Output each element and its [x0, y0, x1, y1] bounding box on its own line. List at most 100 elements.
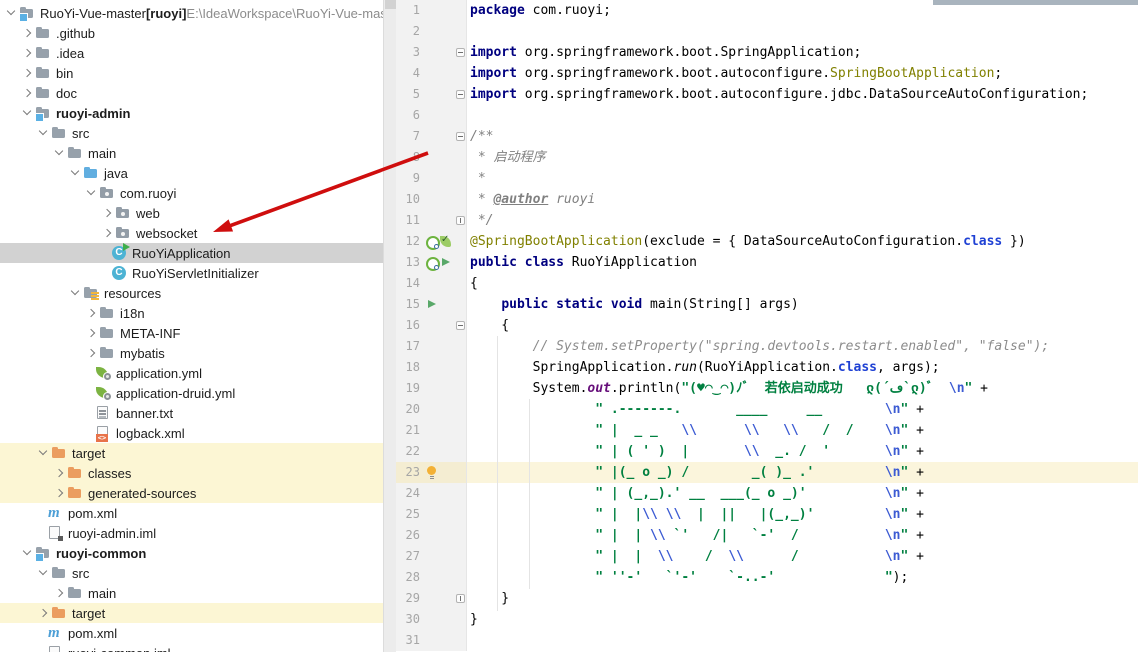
- chevron-down-icon[interactable]: [36, 123, 51, 143]
- chevron-right-icon[interactable]: [20, 23, 35, 43]
- editor-top-scrollbar[interactable]: [933, 0, 1138, 5]
- fold-end-icon[interactable]: [456, 216, 465, 225]
- tree-row-ruoyi-admin[interactable]: ruoyi-admin: [0, 103, 383, 123]
- chevron-right-icon[interactable]: [20, 63, 35, 83]
- chevron-right-icon[interactable]: [100, 203, 115, 223]
- chevron-right-icon[interactable]: [52, 483, 67, 503]
- code-line-18[interactable]: 18 SpringApplication.run(RuoYiApplicatio…: [396, 357, 1138, 378]
- code-line-11[interactable]: 11 */: [396, 210, 1138, 231]
- code-line-25[interactable]: 25 " | |\\ \\ | || |(_,_)' \n" +: [396, 504, 1138, 525]
- tree-row-i18n[interactable]: i18n: [0, 303, 383, 323]
- tree-row-application-druid-yml[interactable]: application-druid.yml: [0, 383, 383, 403]
- spring-bean-icon[interactable]: [425, 256, 438, 269]
- tree-row-application-yml[interactable]: application.yml: [0, 363, 383, 383]
- spring-bean-search-icon[interactable]: [425, 235, 438, 248]
- code-line-6[interactable]: 6: [396, 105, 1138, 126]
- code-line-2[interactable]: 2: [396, 21, 1138, 42]
- chevron-right-icon[interactable]: [52, 463, 67, 483]
- code-editor[interactable]: 1package com.ruoyi;23import org.springfr…: [396, 0, 1138, 652]
- run-button-icon[interactable]: [439, 256, 452, 269]
- chevron-down-icon[interactable]: [52, 143, 67, 163]
- tree-row-classes[interactable]: classes: [0, 463, 383, 483]
- chevron-down-icon[interactable]: [20, 543, 35, 563]
- tree-row-logback-xml[interactable]: <>logback.xml: [0, 423, 383, 443]
- code-line-15[interactable]: 15 public static void main(String[] args…: [396, 294, 1138, 315]
- intention-bulb-icon[interactable]: [425, 466, 438, 479]
- chevron-down-icon[interactable]: [68, 163, 83, 183]
- tree-row-pom-xml[interactable]: mpom.xml: [0, 503, 383, 523]
- chevron-down-icon[interactable]: [84, 183, 99, 203]
- code-line-29[interactable]: 29 }: [396, 588, 1138, 609]
- tree-row-main[interactable]: main: [0, 583, 383, 603]
- code-line-27[interactable]: 27 " | | \\ / \\ / \n" +: [396, 546, 1138, 567]
- code-line-13[interactable]: 13public class RuoYiApplication: [396, 252, 1138, 273]
- code-line-26[interactable]: 26 " | | \\ `' /| `-' / \n" +: [396, 525, 1138, 546]
- chevron-right-icon[interactable]: [84, 343, 99, 363]
- tree-row-doc[interactable]: doc: [0, 83, 383, 103]
- code-line-16[interactable]: 16 {: [396, 315, 1138, 336]
- code-line-9[interactable]: 9 *: [396, 168, 1138, 189]
- tree-row-target[interactable]: target: [0, 603, 383, 623]
- spring-boot-run-icon[interactable]: ✓: [439, 235, 452, 248]
- tree-row-resources[interactable]: resources: [0, 283, 383, 303]
- code-line-30[interactable]: 30}: [396, 609, 1138, 630]
- tree-row-ruoyiservletinitializer[interactable]: CRuoYiServletInitializer: [0, 263, 383, 283]
- fold-collapse-icon[interactable]: [456, 132, 465, 141]
- code-line-4[interactable]: 4import org.springframework.boot.autocon…: [396, 63, 1138, 84]
- tree-scrollbar[interactable]: [383, 0, 396, 652]
- tree-row-web[interactable]: web: [0, 203, 383, 223]
- code-line-19[interactable]: 19 System.out.println("(♥◠‿◠)ﾉﾞ 若依启动成功 ლ…: [396, 378, 1138, 399]
- tree-row-github[interactable]: .github: [0, 23, 383, 43]
- chevron-down-icon[interactable]: [36, 443, 51, 463]
- tree-row-src[interactable]: src: [0, 563, 383, 583]
- chevron-down-icon[interactable]: [36, 563, 51, 583]
- code-line-7[interactable]: 7/**: [396, 126, 1138, 147]
- chevron-right-icon[interactable]: [84, 323, 99, 343]
- code-line-20[interactable]: 20 " .-------. ____ __ \n" +: [396, 399, 1138, 420]
- tree-scrollbar-thumb[interactable]: [385, 0, 396, 9]
- chevron-right-icon[interactable]: [20, 83, 35, 103]
- tree-row-generated-sources[interactable]: generated-sources: [0, 483, 383, 503]
- tree-row-target[interactable]: target: [0, 443, 383, 463]
- chevron-down-icon[interactable]: [68, 283, 83, 303]
- tree-row-meta-inf[interactable]: META-INF: [0, 323, 383, 343]
- fold-collapse-icon[interactable]: [456, 48, 465, 57]
- code-line-17[interactable]: 17 // System.setProperty("spring.devtool…: [396, 336, 1138, 357]
- chevron-down-icon[interactable]: [4, 3, 19, 23]
- tree-row-ruoyi-common-iml[interactable]: ruoyi-common.iml: [0, 643, 383, 652]
- code-line-8[interactable]: 8 * 启动程序: [396, 147, 1138, 168]
- tree-row-idea[interactable]: .idea: [0, 43, 383, 63]
- code-line-5[interactable]: 5import org.springframework.boot.autocon…: [396, 84, 1138, 105]
- code-line-31[interactable]: 31: [396, 630, 1138, 651]
- chevron-down-icon[interactable]: [20, 103, 35, 123]
- chevron-right-icon[interactable]: [100, 223, 115, 243]
- tree-row-pom-xml[interactable]: mpom.xml: [0, 623, 383, 643]
- tree-row-src[interactable]: src: [0, 123, 383, 143]
- fold-collapse-icon[interactable]: [456, 90, 465, 99]
- chevron-right-icon[interactable]: [84, 303, 99, 323]
- code-line-3[interactable]: 3import org.springframework.boot.SpringA…: [396, 42, 1138, 63]
- code-line-10[interactable]: 10 * @author ruoyi: [396, 189, 1138, 210]
- run-button-icon[interactable]: [425, 298, 438, 311]
- code-line-14[interactable]: 14{: [396, 273, 1138, 294]
- tree-row-ruoyiapplication[interactable]: CRuoYiApplication: [0, 243, 383, 263]
- code-line-22[interactable]: 22 " | ( ' ) | \\ _. / ' \n" +: [396, 441, 1138, 462]
- fold-collapse-icon[interactable]: [456, 321, 465, 330]
- code-line-24[interactable]: 24 " | (_,_).' __ ___(_ o _)' \n" +: [396, 483, 1138, 504]
- chevron-right-icon[interactable]: [36, 603, 51, 623]
- tree-row-ruoyi-admin-iml[interactable]: ruoyi-admin.iml: [0, 523, 383, 543]
- tree-row-websocket[interactable]: websocket: [0, 223, 383, 243]
- code-line-23[interactable]: 23 " |(_ o _) / _( )_ .' \n" +: [396, 462, 1138, 483]
- chevron-right-icon[interactable]: [52, 583, 67, 603]
- tree-row-ruoyi-common[interactable]: ruoyi-common: [0, 543, 383, 563]
- chevron-right-icon[interactable]: [20, 43, 35, 63]
- code-line-28[interactable]: 28 " ''-' `'-' `-..-' ");: [396, 567, 1138, 588]
- fold-end-icon[interactable]: [456, 594, 465, 603]
- tree-row-banner-txt[interactable]: banner.txt: [0, 403, 383, 423]
- code-line-21[interactable]: 21 " | _ _ \\ \\ \\ / / \n" +: [396, 420, 1138, 441]
- tree-row-com-ruoyi[interactable]: com.ruoyi: [0, 183, 383, 203]
- tree-row-main[interactable]: main: [0, 143, 383, 163]
- tree-row-bin[interactable]: bin: [0, 63, 383, 83]
- tree-row-java[interactable]: java: [0, 163, 383, 183]
- tree-row-mybatis[interactable]: mybatis: [0, 343, 383, 363]
